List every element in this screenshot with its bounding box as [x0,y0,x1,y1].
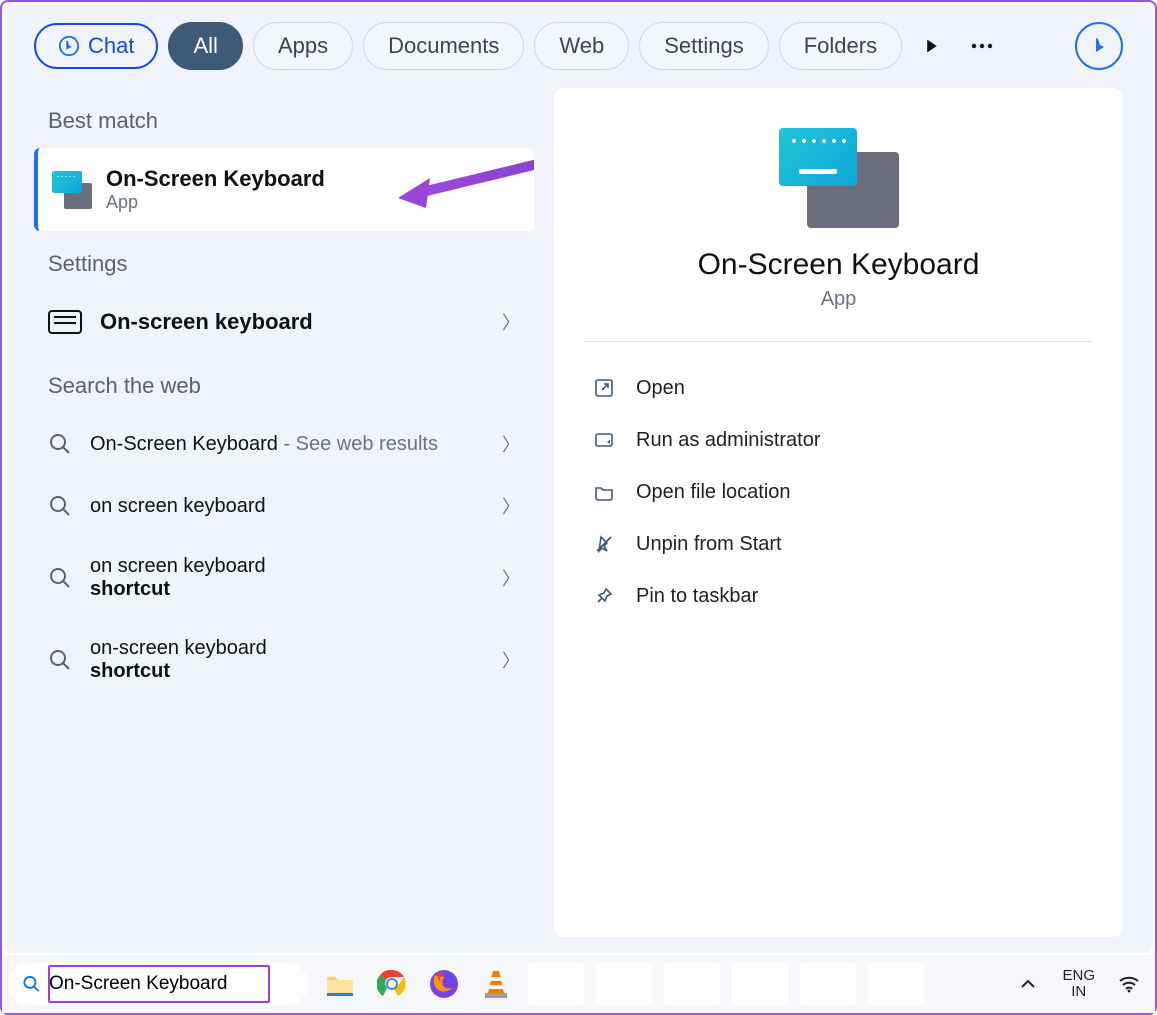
settings-item-osk[interactable]: On-screen keyboard 〉 [34,291,534,353]
web-result-label: on-screen keyboard shortcut [90,637,267,683]
best-match-title: On-Screen Keyboard [106,166,325,192]
action-unpin-start[interactable]: Unpin from Start [584,518,1093,570]
best-match-subtitle: App [106,192,325,213]
tabs-row: Chat All Apps Documents Web Settings Fol… [4,4,1153,88]
search-icon [48,494,72,518]
language-indicator[interactable]: ENGIN [1062,968,1095,1001]
search-web-header: Search the web [48,373,534,399]
action-label: Open file location [636,481,791,504]
bing-badge[interactable] [1075,22,1123,70]
web-result-label: on screen keyboard [90,495,266,518]
web-result-3[interactable]: on-screen keyboard shortcut 〉 [34,619,534,701]
tab-chat[interactable]: Chat [34,23,158,69]
folder-icon [592,480,616,504]
keyboard-icon [48,310,82,334]
taskbar-app-placeholder[interactable] [528,962,584,1006]
tab-documents[interactable]: Documents [363,22,524,70]
taskbar-app-placeholder[interactable] [596,962,652,1006]
tab-all[interactable]: All [168,22,242,70]
tab-chat-label: Chat [88,33,134,59]
settings-item-label: On-screen keyboard [100,309,313,335]
open-icon [592,376,616,400]
action-label: Open [636,377,685,400]
search-icon [48,432,72,456]
annotation-arrow [396,158,534,214]
bing-icon [1087,34,1111,58]
action-open[interactable]: Open [584,362,1093,414]
on-screen-keyboard-app-icon [52,171,92,209]
chevron-right-icon: 〉 [502,431,520,457]
chevron-right-icon: 〉 [502,309,520,335]
taskbar: ENGIN [2,955,1155,1013]
divider [584,341,1093,342]
action-label: Unpin from Start [636,533,782,556]
web-result-1[interactable]: on screen keyboard 〉 [34,475,534,537]
wifi-icon[interactable] [1109,964,1149,1004]
action-run-admin[interactable]: Run as administrator [584,414,1093,466]
best-match-header: Best match [48,108,534,134]
preview-subtitle: App [584,288,1093,311]
web-result-0[interactable]: On-Screen Keyboard - See web results 〉 [34,413,534,475]
tabs-scroll-right-icon[interactable] [912,26,952,66]
unpin-icon [592,532,616,556]
bing-icon [58,35,80,57]
system-tray: ENGIN [1008,964,1149,1004]
chevron-right-icon: 〉 [502,647,520,673]
search-icon [48,566,72,590]
taskbar-search[interactable] [8,963,308,1005]
firefox-icon[interactable] [424,964,464,1004]
tray-overflow-icon[interactable] [1008,964,1048,1004]
file-explorer-icon[interactable] [320,964,360,1004]
taskbar-app-placeholder[interactable] [732,962,788,1006]
tab-settings[interactable]: Settings [639,22,769,70]
results-column: Best match On-Screen Keyboard App Settin… [34,88,534,937]
search-icon [48,648,72,672]
best-match-item[interactable]: On-Screen Keyboard App [34,148,534,231]
tab-apps[interactable]: Apps [253,22,353,70]
more-options-icon[interactable] [962,26,1002,66]
tab-folders[interactable]: Folders [779,22,902,70]
taskbar-app-placeholder[interactable] [664,962,720,1006]
taskbar-app-placeholder[interactable] [868,962,924,1006]
taskbar-search-input[interactable] [49,973,294,995]
settings-header: Settings [48,251,534,277]
web-result-label: on screen keyboard shortcut [90,555,266,601]
vlc-icon[interactable] [476,964,516,1004]
chrome-icon[interactable] [372,964,412,1004]
pin-icon [592,584,616,608]
shield-icon [592,428,616,452]
search-results-panel: Chat All Apps Documents Web Settings Fol… [4,4,1153,953]
taskbar-app-placeholder[interactable] [800,962,856,1006]
web-result-2[interactable]: on screen keyboard shortcut 〉 [34,537,534,619]
chevron-right-icon: 〉 [502,565,520,591]
search-icon [22,973,41,995]
content-area: Best match On-Screen Keyboard App Settin… [4,88,1153,937]
preview-panel: On-Screen Keyboard App Open Run as admin… [554,88,1123,937]
chevron-right-icon: 〉 [502,493,520,519]
action-open-file-location[interactable]: Open file location [584,466,1093,518]
web-result-label: On-Screen Keyboard - See web results [90,433,438,456]
preview-title: On-Screen Keyboard [584,248,1093,282]
action-label: Run as administrator [636,429,821,452]
action-label: Pin to taskbar [636,585,758,608]
action-pin-taskbar[interactable]: Pin to taskbar [584,570,1093,622]
on-screen-keyboard-app-icon-large [779,128,899,228]
tab-web[interactable]: Web [534,22,629,70]
